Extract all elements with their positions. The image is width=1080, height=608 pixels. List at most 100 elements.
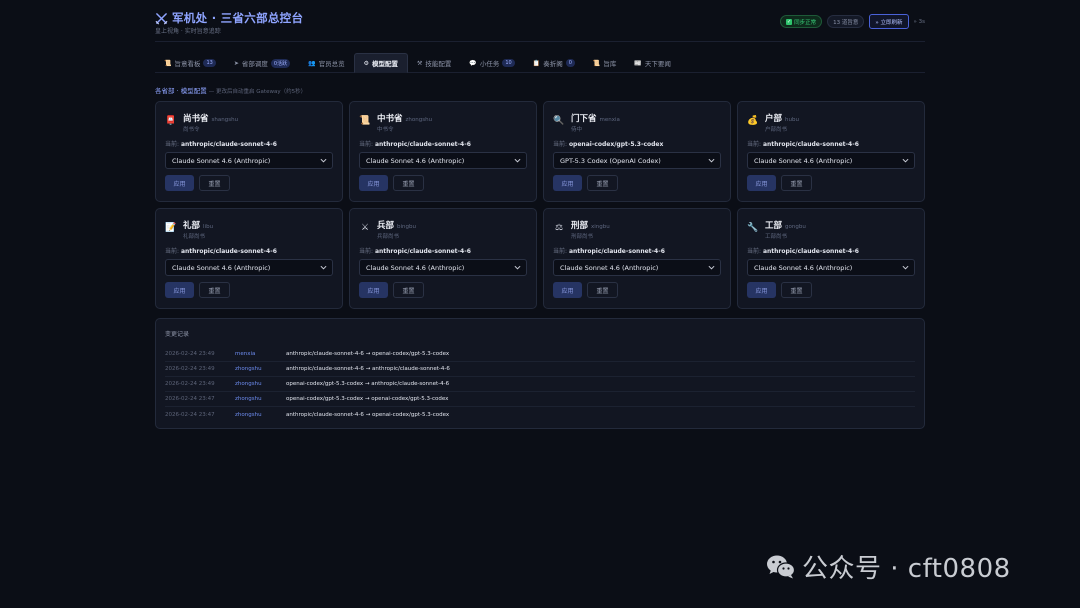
apply-button[interactable]: 应用: [165, 175, 194, 191]
memo-icon: 📝: [165, 223, 177, 233]
change-log-row: 2026-02-24 23:47 zhongshu openai-codex/g…: [165, 392, 915, 407]
apply-button[interactable]: 应用: [359, 175, 388, 191]
card-actions: 应用 重置: [359, 175, 424, 191]
tab-badge: 10: [502, 59, 515, 67]
apply-button[interactable]: 应用: [553, 282, 582, 298]
model-select[interactable]: Claude Sonnet 4.6 (Anthropic): [359, 152, 527, 169]
model-select[interactable]: Claude Sonnet 4.6 (Anthropic): [747, 259, 915, 276]
current-model-prefix: 当前:: [165, 141, 181, 148]
department-name: 中书省 zhongshu: [377, 112, 432, 124]
reset-button[interactable]: 重置: [781, 175, 812, 191]
department-role: 中书令: [377, 127, 394, 133]
current-model-value: anthropic/claude-sonnet-4-6: [180, 248, 277, 255]
chevron-down-icon: [514, 265, 521, 270]
department-name: 户部 hubu: [765, 112, 799, 124]
apply-button[interactable]: 应用: [553, 175, 582, 191]
tab-model-config[interactable]: ⚙ 模型配置: [353, 53, 408, 73]
department-card-libu: 📝 礼部 libu 礼部尚书 当前: anthropic/claude-sonne…: [155, 208, 343, 309]
app-root: 军机处 · 三省六部总控台 皇上视角 · 实时旨意追踪 ✓ 同步正常 13 道旨…: [155, 8, 925, 429]
card-header: 📝 礼部 libu 礼部尚书: [165, 219, 333, 240]
card-title-block: 户部 hubu 户部尚书: [765, 112, 799, 133]
card-header: 📜 中书省 zhongshu 中书令: [359, 112, 527, 133]
current-model: 当前: anthropic/claude-sonnet-4-6: [359, 246, 471, 255]
log-timestamp: 2026-02-24 23:49: [165, 381, 215, 387]
memo-icon: 📋: [532, 59, 541, 67]
tab-badge: 0: [565, 59, 575, 67]
send-icon: ➤: [233, 59, 239, 67]
department-card-bingbu: ⚔ 兵部 bingbu 兵部尚书 当前: anthropic/claude-son…: [349, 208, 537, 309]
card-actions: 应用 重置: [553, 175, 618, 191]
tab-edict-board[interactable]: 📜 旨意看板 13: [155, 53, 225, 73]
tab-small-tasks[interactable]: 💬 小任务 10: [460, 53, 523, 73]
model-select-value: Claude Sonnet 4.6 (Anthropic): [754, 263, 853, 272]
department-role: 户部尚书: [765, 127, 788, 133]
reset-button[interactable]: 重置: [587, 175, 618, 191]
log-department[interactable]: zhongshu: [235, 412, 286, 418]
card-actions: 应用 重置: [165, 282, 230, 298]
current-model: 当前: openai-codex/gpt-5.3-codex: [553, 139, 663, 148]
department-role: 工部尚书: [765, 234, 788, 240]
current-model-value: openai-codex/gpt-5.3-codex: [568, 141, 664, 148]
department-name-label: 户部: [765, 114, 783, 124]
current-model-value: anthropic/claude-sonnet-4-6: [374, 141, 471, 148]
model-select[interactable]: Claude Sonnet 4.6 (Anthropic): [747, 152, 915, 169]
tab-label: 模型配置: [371, 60, 398, 68]
reset-button[interactable]: 重置: [393, 282, 424, 298]
tab-officials[interactable]: 👥 官员总览: [299, 53, 353, 73]
card-title-block: 中书省 zhongshu 中书令: [377, 112, 432, 133]
current-model: 当前: anthropic/claude-sonnet-4-6: [747, 246, 859, 255]
reset-button[interactable]: 重置: [199, 282, 230, 298]
reset-button[interactable]: 重置: [781, 282, 812, 298]
tab-dispatch[interactable]: ➤ 省部调度 0活跃: [225, 53, 299, 73]
tab-label: 省部调度: [241, 60, 268, 68]
model-select[interactable]: Claude Sonnet 4.6 (Anthropic): [553, 259, 721, 276]
chat-icon: 💬: [469, 59, 477, 67]
tab-bar: 📜 旨意看板 13 ➤ 省部调度 0活跃 👥 官员总览 ⚙ 模型配置 ⚒ 技能配置 💬 小任务 1…: [155, 53, 925, 73]
model-select[interactable]: Claude Sonnet 4.6 (Anthropic): [359, 259, 527, 276]
people-icon: 👥: [308, 59, 316, 67]
department-name-label: 兵部: [377, 221, 395, 231]
tab-label: 官员总览: [318, 60, 345, 68]
tab-skills[interactable]: ⚒ 技能配置: [408, 53, 460, 73]
card-title-block: 尚书省 shangshu 尚书令: [183, 112, 238, 133]
department-key: menxia: [599, 117, 620, 123]
apply-button[interactable]: 应用: [747, 175, 776, 191]
reset-button[interactable]: 重置: [199, 175, 230, 191]
tab-memorials[interactable]: 📋 奏折阁 0: [524, 53, 584, 73]
model-select-value: Claude Sonnet 4.6 (Anthropic): [366, 263, 465, 272]
log-department[interactable]: menxia: [235, 351, 286, 357]
department-name: 礼部 libu: [183, 219, 213, 231]
crossed-swords-icon: ⚔: [360, 223, 370, 233]
card-actions: 应用 重置: [359, 282, 424, 298]
watermark: 公众号 · cft0808: [766, 548, 1011, 585]
tab-news[interactable]: 📰 天下要闻: [625, 53, 679, 73]
watermark-text: 公众号 · cft0808: [802, 554, 1011, 584]
log-department[interactable]: zhongshu: [235, 366, 286, 372]
section-note: — 更改后自动重启 Gateway（约5秒）: [208, 89, 307, 95]
model-select[interactable]: Claude Sonnet 4.6 (Anthropic): [165, 152, 333, 169]
model-select-value: Claude Sonnet 4.6 (Anthropic): [172, 156, 271, 165]
current-model: 当前: anthropic/claude-sonnet-4-6: [553, 246, 665, 255]
card-title-block: 刑部 xingbu 刑部尚书: [571, 219, 610, 240]
model-select-value: Claude Sonnet 4.6 (Anthropic): [172, 263, 271, 272]
tab-edict-library[interactable]: 📜 旨库: [584, 53, 625, 73]
chevron-down-icon: [514, 158, 521, 163]
department-key: gongbu: [785, 224, 806, 230]
log-department[interactable]: zhongshu: [235, 381, 286, 387]
refresh-button[interactable]: » 立即刷新: [869, 14, 909, 29]
apply-button[interactable]: 应用: [747, 282, 776, 298]
reset-button[interactable]: 重置: [393, 175, 424, 191]
tab-badge: 0活跃: [270, 58, 291, 68]
apply-button[interactable]: 应用: [165, 282, 194, 298]
check-icon: ✓: [786, 18, 793, 25]
card-actions: 应用 重置: [553, 282, 618, 298]
department-name-label: 尚书省: [183, 114, 209, 124]
tab-label: 奏折阁: [543, 60, 563, 68]
model-select[interactable]: Claude Sonnet 4.6 (Anthropic): [165, 259, 333, 276]
log-department[interactable]: zhongshu: [235, 396, 286, 402]
model-select[interactable]: GPT-5.3 Codex (OpenAI Codex): [553, 152, 721, 169]
edict-count-badge: 13 道旨意: [827, 15, 865, 28]
reset-button[interactable]: 重置: [587, 282, 618, 298]
department-card-zhongshu: 📜 中书省 zhongshu 中书令 当前: anthropic/claude-s…: [349, 101, 537, 202]
apply-button[interactable]: 应用: [359, 282, 388, 298]
